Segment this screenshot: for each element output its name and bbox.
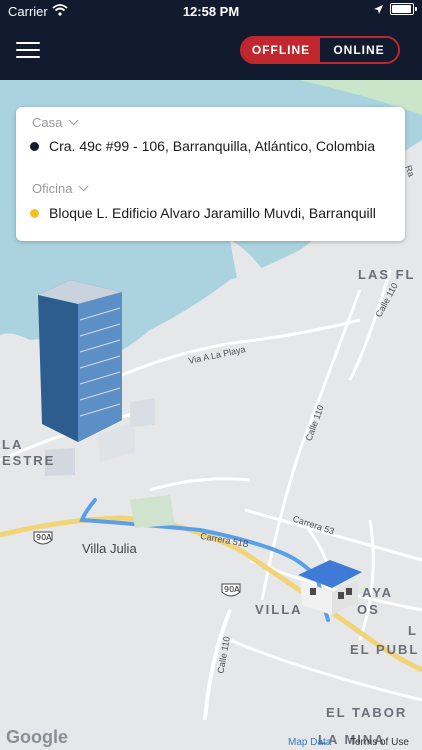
offline-toggle-button[interactable]: OFFLINE <box>242 38 320 62</box>
location-arrow-icon <box>374 4 383 14</box>
svg-text:90A: 90A <box>36 533 52 542</box>
area-label: VILLA <box>255 602 303 617</box>
area-label: EL PUBL <box>350 642 420 657</box>
area-label: L <box>408 623 418 638</box>
hamburger-menu-icon[interactable] <box>16 42 40 60</box>
battery-icon <box>390 3 417 15</box>
google-logo: Google <box>6 727 68 747</box>
locations-card: Casa Cra. 49c #99 - 106, Barranquilla, A… <box>16 107 405 241</box>
office-address-row[interactable]: Bloque L. Edificio Alvaro Jaramillo Muvd… <box>30 205 375 221</box>
top-bar: OFFLINE ONLINE <box>0 22 422 80</box>
availability-toggle[interactable]: OFFLINE ONLINE <box>240 36 400 64</box>
area-label: Villa Julia <box>82 541 137 556</box>
area-label: ESTRE <box>2 453 56 468</box>
office-location-label: Oficina <box>32 181 73 196</box>
office-dot-icon <box>30 208 39 218</box>
chevron-down-icon <box>69 115 79 126</box>
terms-of-use-link[interactable]: Terms of Use <box>350 737 409 748</box>
area-label: EL TABOR <box>326 705 408 720</box>
area-label: LA <box>2 437 24 452</box>
area-label: LAS FL <box>358 267 416 282</box>
area-label: AYA <box>362 585 394 600</box>
online-toggle-button[interactable]: ONLINE <box>320 38 398 62</box>
map-data-link[interactable]: Map Data <box>288 737 331 748</box>
status-bar: Carrier 12:58 PM <box>0 0 422 22</box>
home-address: Cra. 49c #99 - 106, Barranquilla, Atlánt… <box>49 138 375 154</box>
home-dot-icon <box>30 141 39 151</box>
office-location-selector[interactable]: Oficina <box>32 181 90 196</box>
road-shield-90a: 90A <box>221 583 241 597</box>
road-shield-90a: 90A <box>33 531 53 545</box>
svg-text:90A: 90A <box>224 585 240 594</box>
office-address: Bloque L. Edificio Alvaro Jaramillo Muvd… <box>49 205 375 221</box>
area-label: OS <box>357 602 380 617</box>
home-location-label: Casa <box>32 115 63 130</box>
clock: 12:58 PM <box>182 4 240 19</box>
home-address-row[interactable]: Cra. 49c #99 - 106, Barranquilla, Atlánt… <box>30 138 375 154</box>
home-location-selector[interactable]: Casa <box>32 115 79 130</box>
chevron-down-icon <box>79 181 90 192</box>
